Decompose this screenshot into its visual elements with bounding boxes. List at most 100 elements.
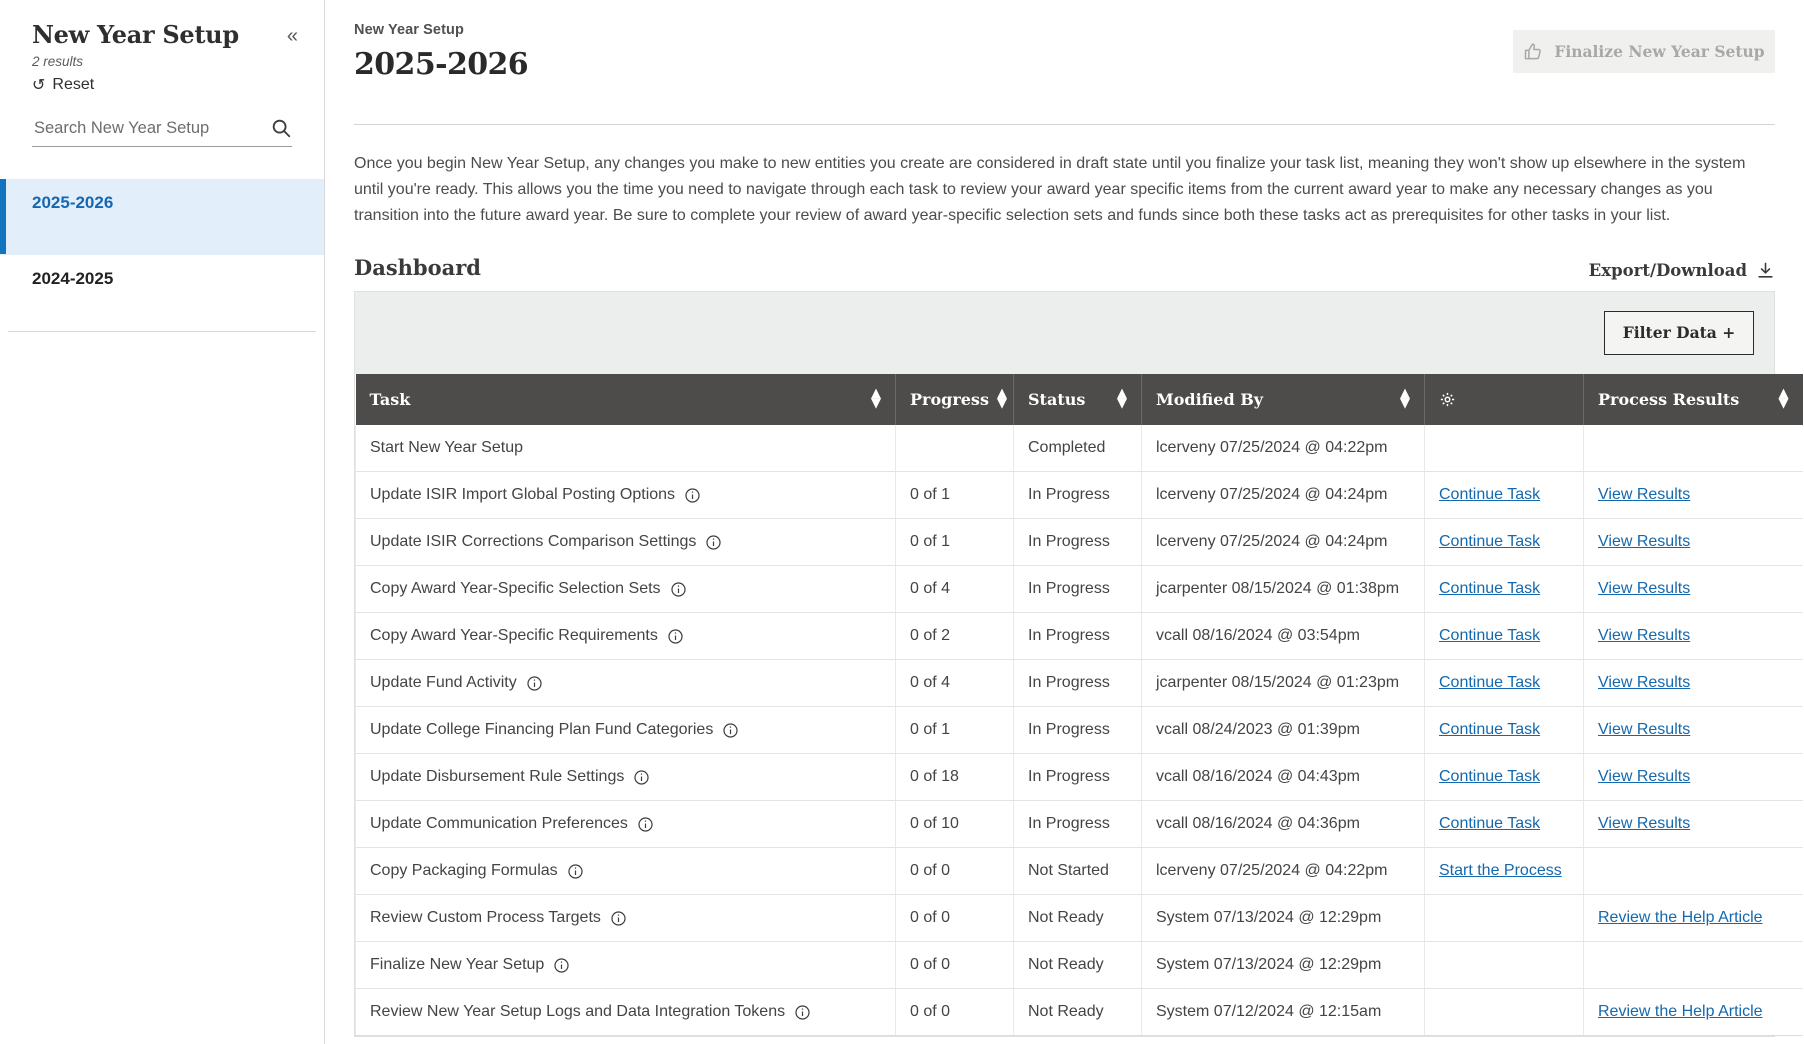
column-label: Process Results <box>1598 389 1740 409</box>
sidebar-item-label: 2024-2025 <box>32 269 114 289</box>
finalize-new-year-setup-button[interactable]: Finalize New Year Setup <box>1513 30 1775 73</box>
view-results-link[interactable]: View Results <box>1598 674 1690 691</box>
cell-task: Update ISIR Import Global Posting Option… <box>355 471 896 520</box>
continue-task-link[interactable]: Continue Task <box>1439 815 1540 832</box>
view-results-link[interactable]: View Results <box>1598 486 1690 503</box>
task-label: Review Custom Process Targets <box>370 909 601 927</box>
view-results-link[interactable]: View Results <box>1598 533 1690 550</box>
continue-task-link[interactable]: Continue Task <box>1439 721 1540 738</box>
cell-progress: 0 of 0 <box>895 941 1014 990</box>
filter-data-button[interactable]: Filter Data + <box>1604 310 1754 355</box>
chevron-double-left-icon[interactable]: « <box>287 22 298 46</box>
dashboard-panel: Filter Data + Task ▲ ▼ Progress ▲ ▼ Stat… <box>354 290 1803 1038</box>
export-download-button[interactable]: Export/Download <box>1589 261 1775 280</box>
info-icon[interactable] <box>610 910 627 927</box>
cell-status: In Progress <box>1013 518 1142 567</box>
search-field-wrapper <box>32 117 292 148</box>
cell-status: In Progress <box>1013 800 1142 849</box>
task-label: Update Communication Preferences <box>370 815 628 833</box>
cell-task: Review Custom Process Targets <box>355 894 896 943</box>
review-help-article-link[interactable]: Review the Help Article <box>1598 1003 1763 1020</box>
info-icon[interactable] <box>637 816 654 833</box>
task-label: Update College Financing Plan Fund Categ… <box>370 721 714 739</box>
info-icon[interactable] <box>794 1004 811 1021</box>
column-header-modified-by[interactable]: Modified By ▲ ▼ <box>1141 373 1425 425</box>
sort-icon[interactable]: ▲ ▼ <box>1779 387 1789 410</box>
continue-task-link[interactable]: Continue Task <box>1439 674 1540 691</box>
info-icon[interactable] <box>633 769 650 786</box>
table-row: Update Fund Activity 0 of 4 In Progress jca… <box>355 659 1803 708</box>
reset-label: Reset <box>52 76 95 94</box>
gear-icon[interactable] <box>1439 391 1456 408</box>
cell-task: Copy Award Year-Specific Requirements <box>355 612 896 661</box>
continue-task-link[interactable]: Continue Task <box>1439 533 1540 550</box>
info-icon[interactable] <box>567 863 584 880</box>
continue-task-link[interactable]: Continue Task <box>1439 627 1540 644</box>
task-label: Update ISIR Import Global Posting Option… <box>370 486 676 504</box>
sort-icon[interactable]: ▲ ▼ <box>1400 387 1410 410</box>
award-year-list: 2025-2026 2024-2025 <box>0 179 324 333</box>
continue-task-link[interactable]: Continue Task <box>1439 768 1540 785</box>
info-icon[interactable] <box>553 957 570 974</box>
sort-icon[interactable]: ▲ ▼ <box>871 387 881 410</box>
column-header-task[interactable]: Task ▲ ▼ <box>355 373 896 425</box>
cell-task: Update Disbursement Rule Settings <box>355 753 896 802</box>
table-row: Update Communication Preferences 0 of 10 I… <box>355 800 1803 849</box>
table-row: Update College Financing Plan Fund Categ… <box>355 706 1803 755</box>
column-header-process-results[interactable]: Process Results ▲ ▼ <box>1583 373 1803 425</box>
cell-process-results <box>1583 847 1803 896</box>
view-results-link[interactable]: View Results <box>1598 580 1690 597</box>
search-icon[interactable] <box>270 117 292 139</box>
column-header-status[interactable]: Status ▲ ▼ <box>1013 373 1142 425</box>
cell-modified-by: lcerveny 07/25/2024 @ 04:24pm <box>1141 518 1425 567</box>
sort-icon[interactable]: ▲ ▼ <box>997 387 1007 410</box>
info-icon[interactable] <box>684 487 701 504</box>
column-header-settings[interactable] <box>1424 373 1584 425</box>
review-help-article-link[interactable]: Review the Help Article <box>1598 909 1763 926</box>
page-header: New Year Setup 2025-2026 Finalize New Ye… <box>354 22 1775 102</box>
column-label: Task <box>369 389 411 409</box>
view-results-link[interactable]: View Results <box>1598 815 1690 832</box>
info-icon[interactable] <box>670 581 687 598</box>
sidebar-results-count: 2 results <box>32 54 84 70</box>
info-icon[interactable] <box>667 628 684 645</box>
reset-button[interactable]: ↻ Reset <box>32 75 94 95</box>
column-header-progress[interactable]: Progress ▲ ▼ <box>895 373 1014 425</box>
cell-progress: 0 of 1 <box>895 471 1014 520</box>
search-input[interactable] <box>32 117 270 139</box>
cell-status: Not Ready <box>1013 941 1142 990</box>
cell-action: Continue Task <box>1424 612 1584 661</box>
continue-task-link[interactable]: Continue Task <box>1439 486 1540 503</box>
cell-progress: 0 of 0 <box>895 847 1014 896</box>
cell-task: Update College Financing Plan Fund Categ… <box>355 706 896 755</box>
sort-icon[interactable]: ▲ ▼ <box>1117 387 1127 410</box>
sidebar-item-2024-2025[interactable]: 2024-2025 <box>0 255 324 331</box>
view-results-link[interactable]: View Results <box>1598 768 1690 785</box>
view-results-link[interactable]: View Results <box>1598 627 1690 644</box>
start-the-process-link[interactable]: Start the Process <box>1439 862 1562 879</box>
cell-process-results: View Results <box>1583 565 1803 614</box>
info-icon[interactable] <box>705 534 722 551</box>
continue-task-link[interactable]: Continue Task <box>1439 580 1540 597</box>
cell-modified-by: vcall 08/16/2024 @ 04:43pm <box>1141 753 1425 802</box>
sidebar-header: New Year Setup « <box>0 0 324 48</box>
sidebar-item-2025-2026[interactable]: 2025-2026 <box>0 179 324 256</box>
cell-action: Continue Task <box>1424 800 1584 849</box>
table-header-row: Task ▲ ▼ Progress ▲ ▼ Status ▲ ▼ Modifie… <box>355 373 1803 425</box>
view-results-link[interactable]: View Results <box>1598 721 1690 738</box>
cell-action <box>1424 941 1584 990</box>
table-row: Review New Year Setup Logs and Data Inte… <box>355 988 1803 1037</box>
task-label: Update Disbursement Rule Settings <box>370 768 625 786</box>
cell-action: Continue Task <box>1424 565 1584 614</box>
task-table-body: Start New Year Setup Completed lcerveny 07… <box>355 424 1803 1037</box>
reset-icon: ↻ <box>32 77 46 95</box>
cell-action <box>1424 424 1584 473</box>
info-icon[interactable] <box>526 675 543 692</box>
table-row: Finalize New Year Setup 0 of 0 Not Ready Sy… <box>355 941 1803 990</box>
info-icon[interactable] <box>722 722 739 739</box>
header-divider <box>354 124 1775 126</box>
cell-status: In Progress <box>1013 565 1142 614</box>
column-label: Progress <box>910 389 989 409</box>
cell-action: Start the Process <box>1424 847 1584 896</box>
cell-modified-by: lcerveny 07/25/2024 @ 04:22pm <box>1141 847 1425 896</box>
